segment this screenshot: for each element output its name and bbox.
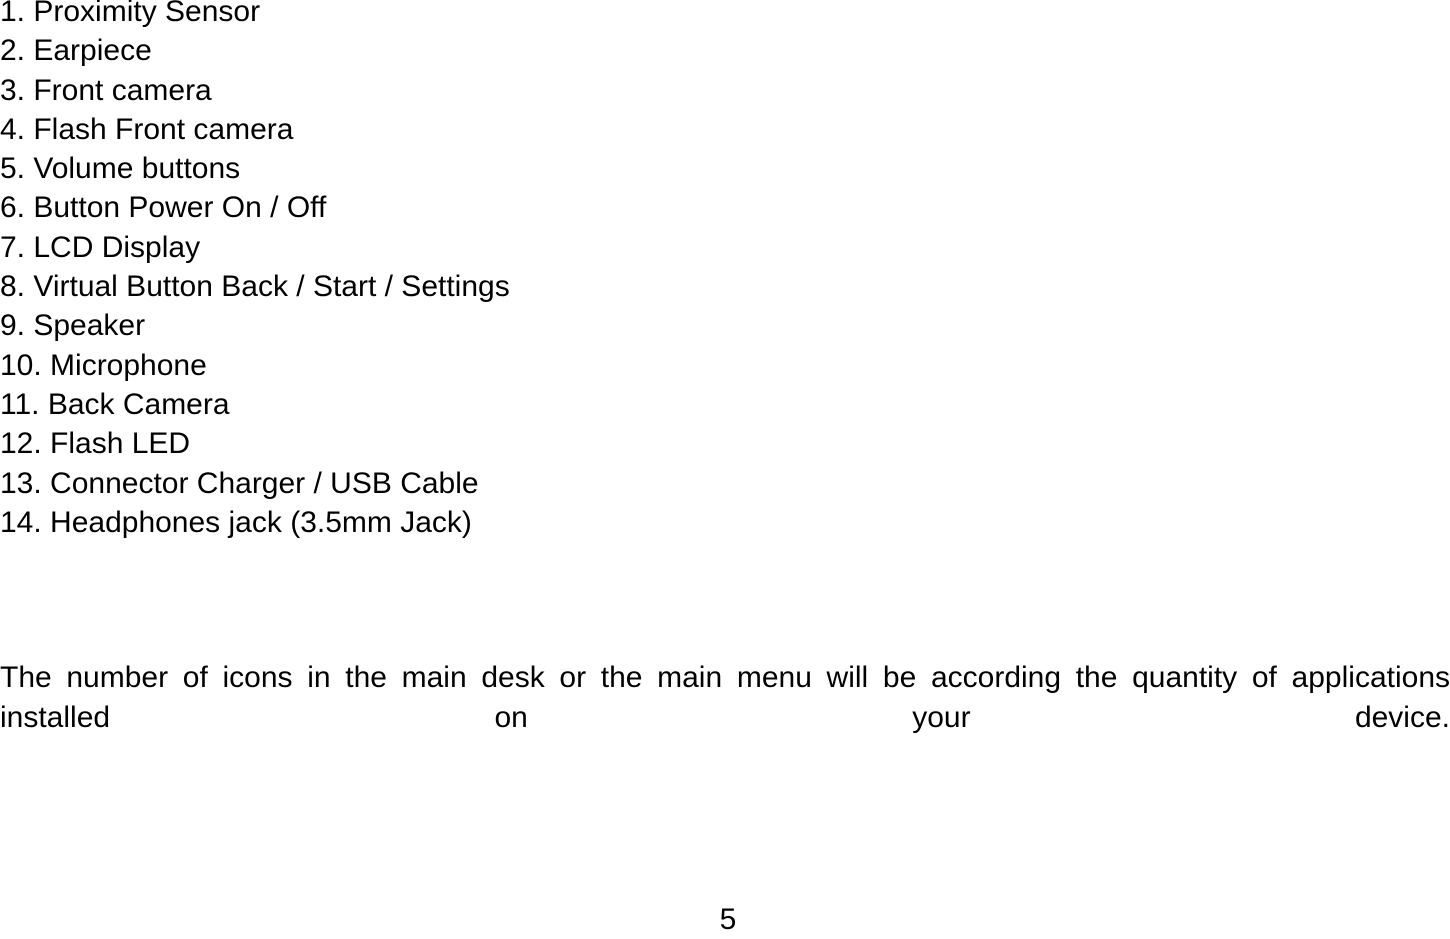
- list-item: 5. Volume buttons: [0, 152, 241, 186]
- list-item: 13. Connector Charger / USB Cable: [0, 466, 479, 500]
- list-item: 4. Flash Front camera: [0, 112, 294, 146]
- list-item: 9. Speaker: [0, 309, 146, 343]
- list-item: 11. Back Camera: [0, 387, 230, 421]
- list-item: 10. Microphone: [0, 348, 207, 382]
- list-item: 14. Headphones jack (3.5mm Jack): [0, 505, 472, 539]
- list-item: 3. Front camera: [0, 73, 212, 107]
- body-paragraph: The number of icons in the main desk or …: [0, 661, 1450, 734]
- page-number: 5: [0, 901, 1450, 939]
- parts-list: 1. Proximity Sensor 2. Earpiece 3. Front…: [0, 0, 1450, 542]
- document-page: 1. Proximity Sensor 2. Earpiece 3. Front…: [0, 0, 1450, 939]
- list-item: 1. Proximity Sensor: [0, 0, 261, 28]
- list-item: 12. Flash LED: [0, 427, 191, 461]
- list-item: 8. Virtual Button Back / Start / Setting…: [0, 270, 510, 304]
- page-number-value: 5: [719, 903, 737, 936]
- list-item: 7. LCD Display: [0, 230, 201, 264]
- list-item: 6. Button Power On / Off: [0, 191, 327, 225]
- list-item: 2. Earpiece: [0, 34, 152, 68]
